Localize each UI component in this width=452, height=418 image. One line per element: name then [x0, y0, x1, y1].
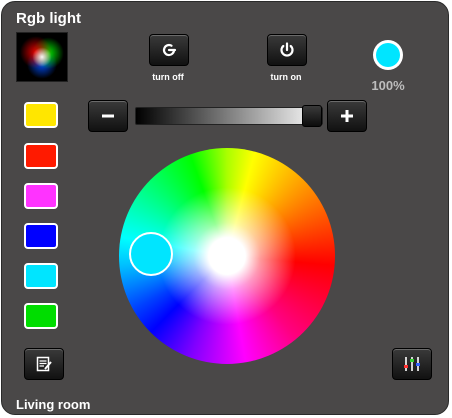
power-icon — [280, 42, 294, 57]
rgb-preview-icon — [17, 33, 67, 81]
brightness-minus-button[interactable] — [88, 100, 128, 132]
color-swatch[interactable] — [24, 263, 58, 289]
turn-off-label: turn off — [152, 72, 184, 82]
color-swatch[interactable] — [24, 223, 58, 249]
turn-on-button[interactable] — [267, 34, 307, 66]
settings-button[interactable] — [392, 348, 432, 380]
color-swatch[interactable] — [24, 183, 58, 209]
brightness-slider[interactable] — [135, 107, 323, 125]
status-color-indicator — [373, 40, 403, 70]
rgb-light-panel: Rgb light turn off turn on 100% Living r… — [1, 1, 449, 415]
color-wheel-picker[interactable] — [129, 232, 173, 276]
color-swatch[interactable] — [24, 102, 58, 128]
turn-on-label: turn on — [270, 72, 302, 82]
color-preview — [16, 32, 68, 82]
edit-note-icon — [36, 356, 52, 372]
minus-icon — [102, 114, 114, 118]
turn-off-button[interactable] — [149, 34, 189, 66]
color-swatch[interactable] — [24, 143, 58, 169]
brightness-plus-button[interactable] — [327, 100, 367, 132]
brightness-percent: 100% — [371, 78, 405, 93]
color-swatch[interactable] — [24, 303, 58, 329]
panel-title: Rgb light — [16, 10, 81, 27]
plus-icon — [341, 110, 353, 122]
equalizer-sliders-icon — [404, 357, 420, 371]
room-name: Living room — [16, 397, 91, 412]
edit-button[interactable] — [24, 348, 64, 380]
brightness-slider-thumb[interactable] — [302, 105, 322, 127]
power-restart-icon — [162, 44, 177, 57]
status-color-fill — [376, 43, 400, 67]
